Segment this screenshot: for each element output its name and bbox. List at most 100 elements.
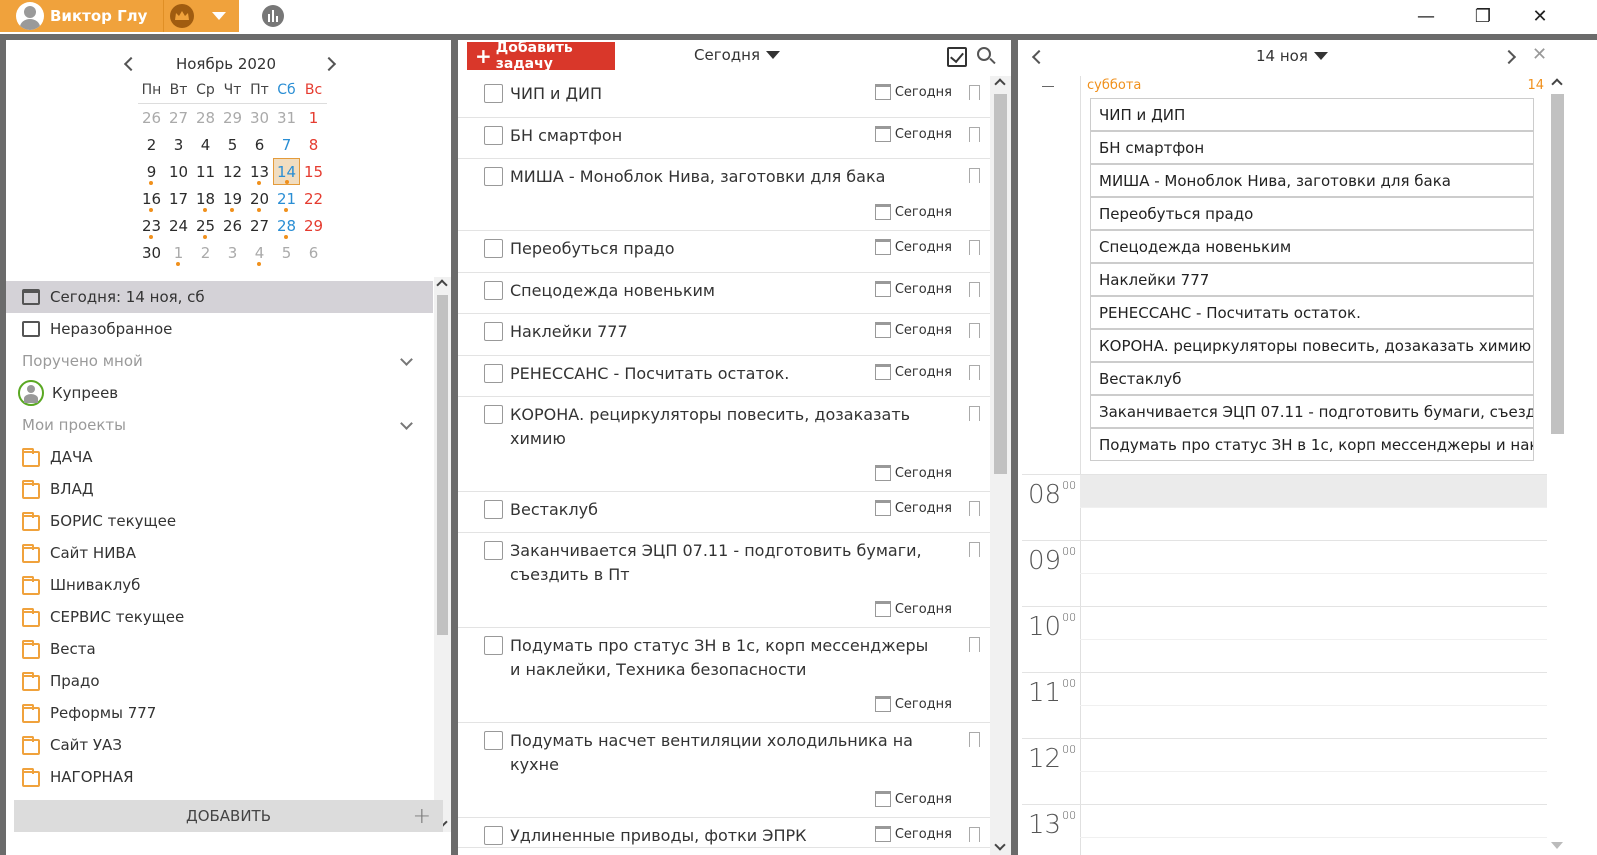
next-day-icon[interactable] — [1501, 49, 1517, 65]
calendar-day[interactable]: 8 — [300, 131, 327, 158]
all-day-toggle[interactable] — [1042, 86, 1054, 87]
sidebar-item-inbox[interactable]: Неразобранное — [6, 313, 433, 345]
calendar-day[interactable]: 1 — [300, 104, 327, 131]
task-row[interactable]: Подумать насчет вентиляции холодильника … — [458, 723, 990, 818]
calendar-day[interactable]: 27 — [165, 104, 192, 131]
day-event[interactable]: Переобуться прадо — [1090, 197, 1534, 230]
calendar-day[interactable]: 13 — [246, 158, 273, 185]
task-row[interactable]: Заканчивается ЭЦП 07.11 - подготовить бу… — [458, 533, 990, 628]
calendar-day[interactable]: 31 — [273, 104, 300, 131]
account-dropdown-button[interactable] — [199, 0, 239, 32]
calendar-day[interactable]: 16 — [138, 185, 165, 212]
section-projects[interactable]: Мои проекты — [6, 409, 433, 441]
hour-slot[interactable]: 1200 — [1018, 738, 1547, 804]
calendar-day[interactable]: 21 — [273, 185, 300, 212]
day-event[interactable]: МИША - Моноблок Нива, заготовки для бака — [1090, 164, 1534, 197]
task-due-date[interactable]: Сегодня — [874, 204, 952, 220]
prev-month-button[interactable] — [119, 54, 139, 74]
search-icon[interactable] — [977, 47, 991, 61]
task-due-date[interactable]: Сегодня — [874, 364, 952, 380]
show-completed-icon[interactable] — [947, 47, 967, 67]
task-row[interactable]: Удлиненные приводы, фотки ЭПРК Сегодня — [458, 818, 990, 848]
bookmark-icon[interactable] — [969, 501, 980, 517]
stats-icon[interactable] — [262, 5, 284, 27]
task-due-date[interactable]: Сегодня — [874, 465, 952, 481]
task-row[interactable]: Наклейки 777 Сегодня — [458, 314, 990, 356]
day-event[interactable]: РЕНЕССАНС - Посчитать остаток. — [1090, 296, 1534, 329]
calendar-day[interactable]: 26 — [219, 212, 246, 239]
sidebar-item-today[interactable]: Сегодня: 14 ноя, сб — [6, 281, 433, 313]
bookmark-icon[interactable] — [969, 85, 980, 101]
task-due-date[interactable]: Сегодня — [874, 696, 952, 712]
task-checkbox[interactable] — [484, 281, 503, 300]
calendar-day[interactable]: 6 — [300, 239, 327, 266]
sidebar-item-project[interactable]: Веста — [6, 633, 433, 665]
filter-dropdown[interactable]: Сегодня — [694, 46, 780, 64]
task-checkbox[interactable] — [484, 126, 503, 145]
sidebar-item-project[interactable]: Реформы 777 — [6, 697, 433, 729]
sidebar-item-project[interactable]: ДАЧА — [6, 441, 433, 473]
task-due-date[interactable]: Сегодня — [874, 601, 952, 617]
calendar-day[interactable]: 29 — [219, 104, 246, 131]
calendar-day[interactable]: 30 — [246, 104, 273, 131]
calendar-day[interactable]: 10 — [165, 158, 192, 185]
hour-slot[interactable]: 1000 — [1018, 606, 1547, 672]
calendar-day[interactable]: 20 — [246, 185, 273, 212]
calendar-day[interactable]: 1 — [165, 239, 192, 266]
task-due-date[interactable]: Сегодня — [874, 281, 952, 297]
calendar-day[interactable]: 26 — [138, 104, 165, 131]
user-menu-button[interactable]: Виктор Глу — [0, 0, 163, 32]
bookmark-icon[interactable] — [969, 282, 980, 298]
task-checkbox[interactable] — [484, 84, 503, 103]
calendar-day[interactable]: 19 — [219, 185, 246, 212]
bookmark-icon[interactable] — [969, 542, 980, 558]
next-month-button[interactable] — [321, 54, 342, 74]
calendar-day[interactable]: 29 — [300, 212, 327, 239]
bookmark-icon[interactable] — [969, 637, 980, 653]
calendar-day[interactable]: 9 — [138, 158, 165, 185]
add-task-button[interactable]: + Добавить задачу — [467, 40, 615, 72]
task-row[interactable]: МИША - Моноблок Нива, заготовки для бака… — [458, 159, 990, 231]
task-row[interactable]: Переобуться прадо Сегодня — [458, 231, 990, 273]
bookmark-icon[interactable] — [969, 323, 980, 339]
task-row[interactable]: Подумать про статус ЗН в 1с, корп мессен… — [458, 628, 990, 723]
bookmark-icon[interactable] — [969, 168, 980, 184]
task-checkbox[interactable] — [484, 636, 503, 655]
close-button[interactable]: ✕ — [1512, 0, 1568, 32]
calendar-day[interactable]: 22 — [300, 185, 327, 212]
sidebar-item-project[interactable]: Сайт УАЗ — [6, 729, 433, 761]
calendar-day[interactable]: 5 — [219, 131, 246, 158]
calendar-day[interactable]: 3 — [219, 239, 246, 266]
day-event[interactable]: Наклейки 777 — [1090, 263, 1534, 296]
calendar-day[interactable]: 5 — [273, 239, 300, 266]
calendar-day[interactable]: 28 — [273, 212, 300, 239]
calendar-day[interactable]: 27 — [246, 212, 273, 239]
task-row[interactable]: РЕНЕССАНС - Посчитать остаток. Сегодня — [458, 356, 990, 397]
calendar-day[interactable]: 14 — [273, 158, 300, 185]
bookmark-icon[interactable] — [969, 827, 980, 843]
calendar-day[interactable]: 6 — [246, 131, 273, 158]
day-event[interactable]: Подумать про статус ЗН в 1с, корп мессен… — [1090, 428, 1534, 461]
calendar-day[interactable]: 12 — [219, 158, 246, 185]
calendar-day[interactable]: 24 — [165, 212, 192, 239]
hour-slot[interactable]: 0900 — [1018, 540, 1547, 606]
task-checkbox[interactable] — [484, 541, 503, 560]
sidebar-item-project[interactable]: Сайт НИВА — [6, 537, 433, 569]
day-event[interactable]: Заканчивается ЭЦП 07.11 - подготовить бу… — [1090, 395, 1534, 428]
hour-slot[interactable]: 1300 — [1018, 804, 1547, 855]
calendar-day[interactable]: 3 — [165, 131, 192, 158]
scroll-thumb[interactable] — [437, 295, 448, 635]
sidebar-item-assignee[interactable]: Купреев — [6, 377, 433, 409]
task-list-scrollbar[interactable] — [990, 76, 1011, 855]
bookmark-icon[interactable] — [969, 127, 980, 143]
calendar-day[interactable]: 2 — [138, 131, 165, 158]
calendar-day[interactable]: 4 — [246, 239, 273, 266]
task-due-date[interactable]: Сегодня — [874, 84, 952, 100]
sidebar-item-project[interactable]: СЕРВИС текущее — [6, 601, 433, 633]
day-event[interactable]: БН смартфон — [1090, 131, 1534, 164]
scroll-thumb[interactable] — [1551, 94, 1564, 434]
calendar-day[interactable]: 11 — [192, 158, 219, 185]
day-view-scrollbar[interactable] — [1547, 76, 1568, 855]
task-row[interactable]: БН смартфон Сегодня — [458, 118, 990, 159]
task-due-date[interactable]: Сегодня — [874, 791, 952, 807]
